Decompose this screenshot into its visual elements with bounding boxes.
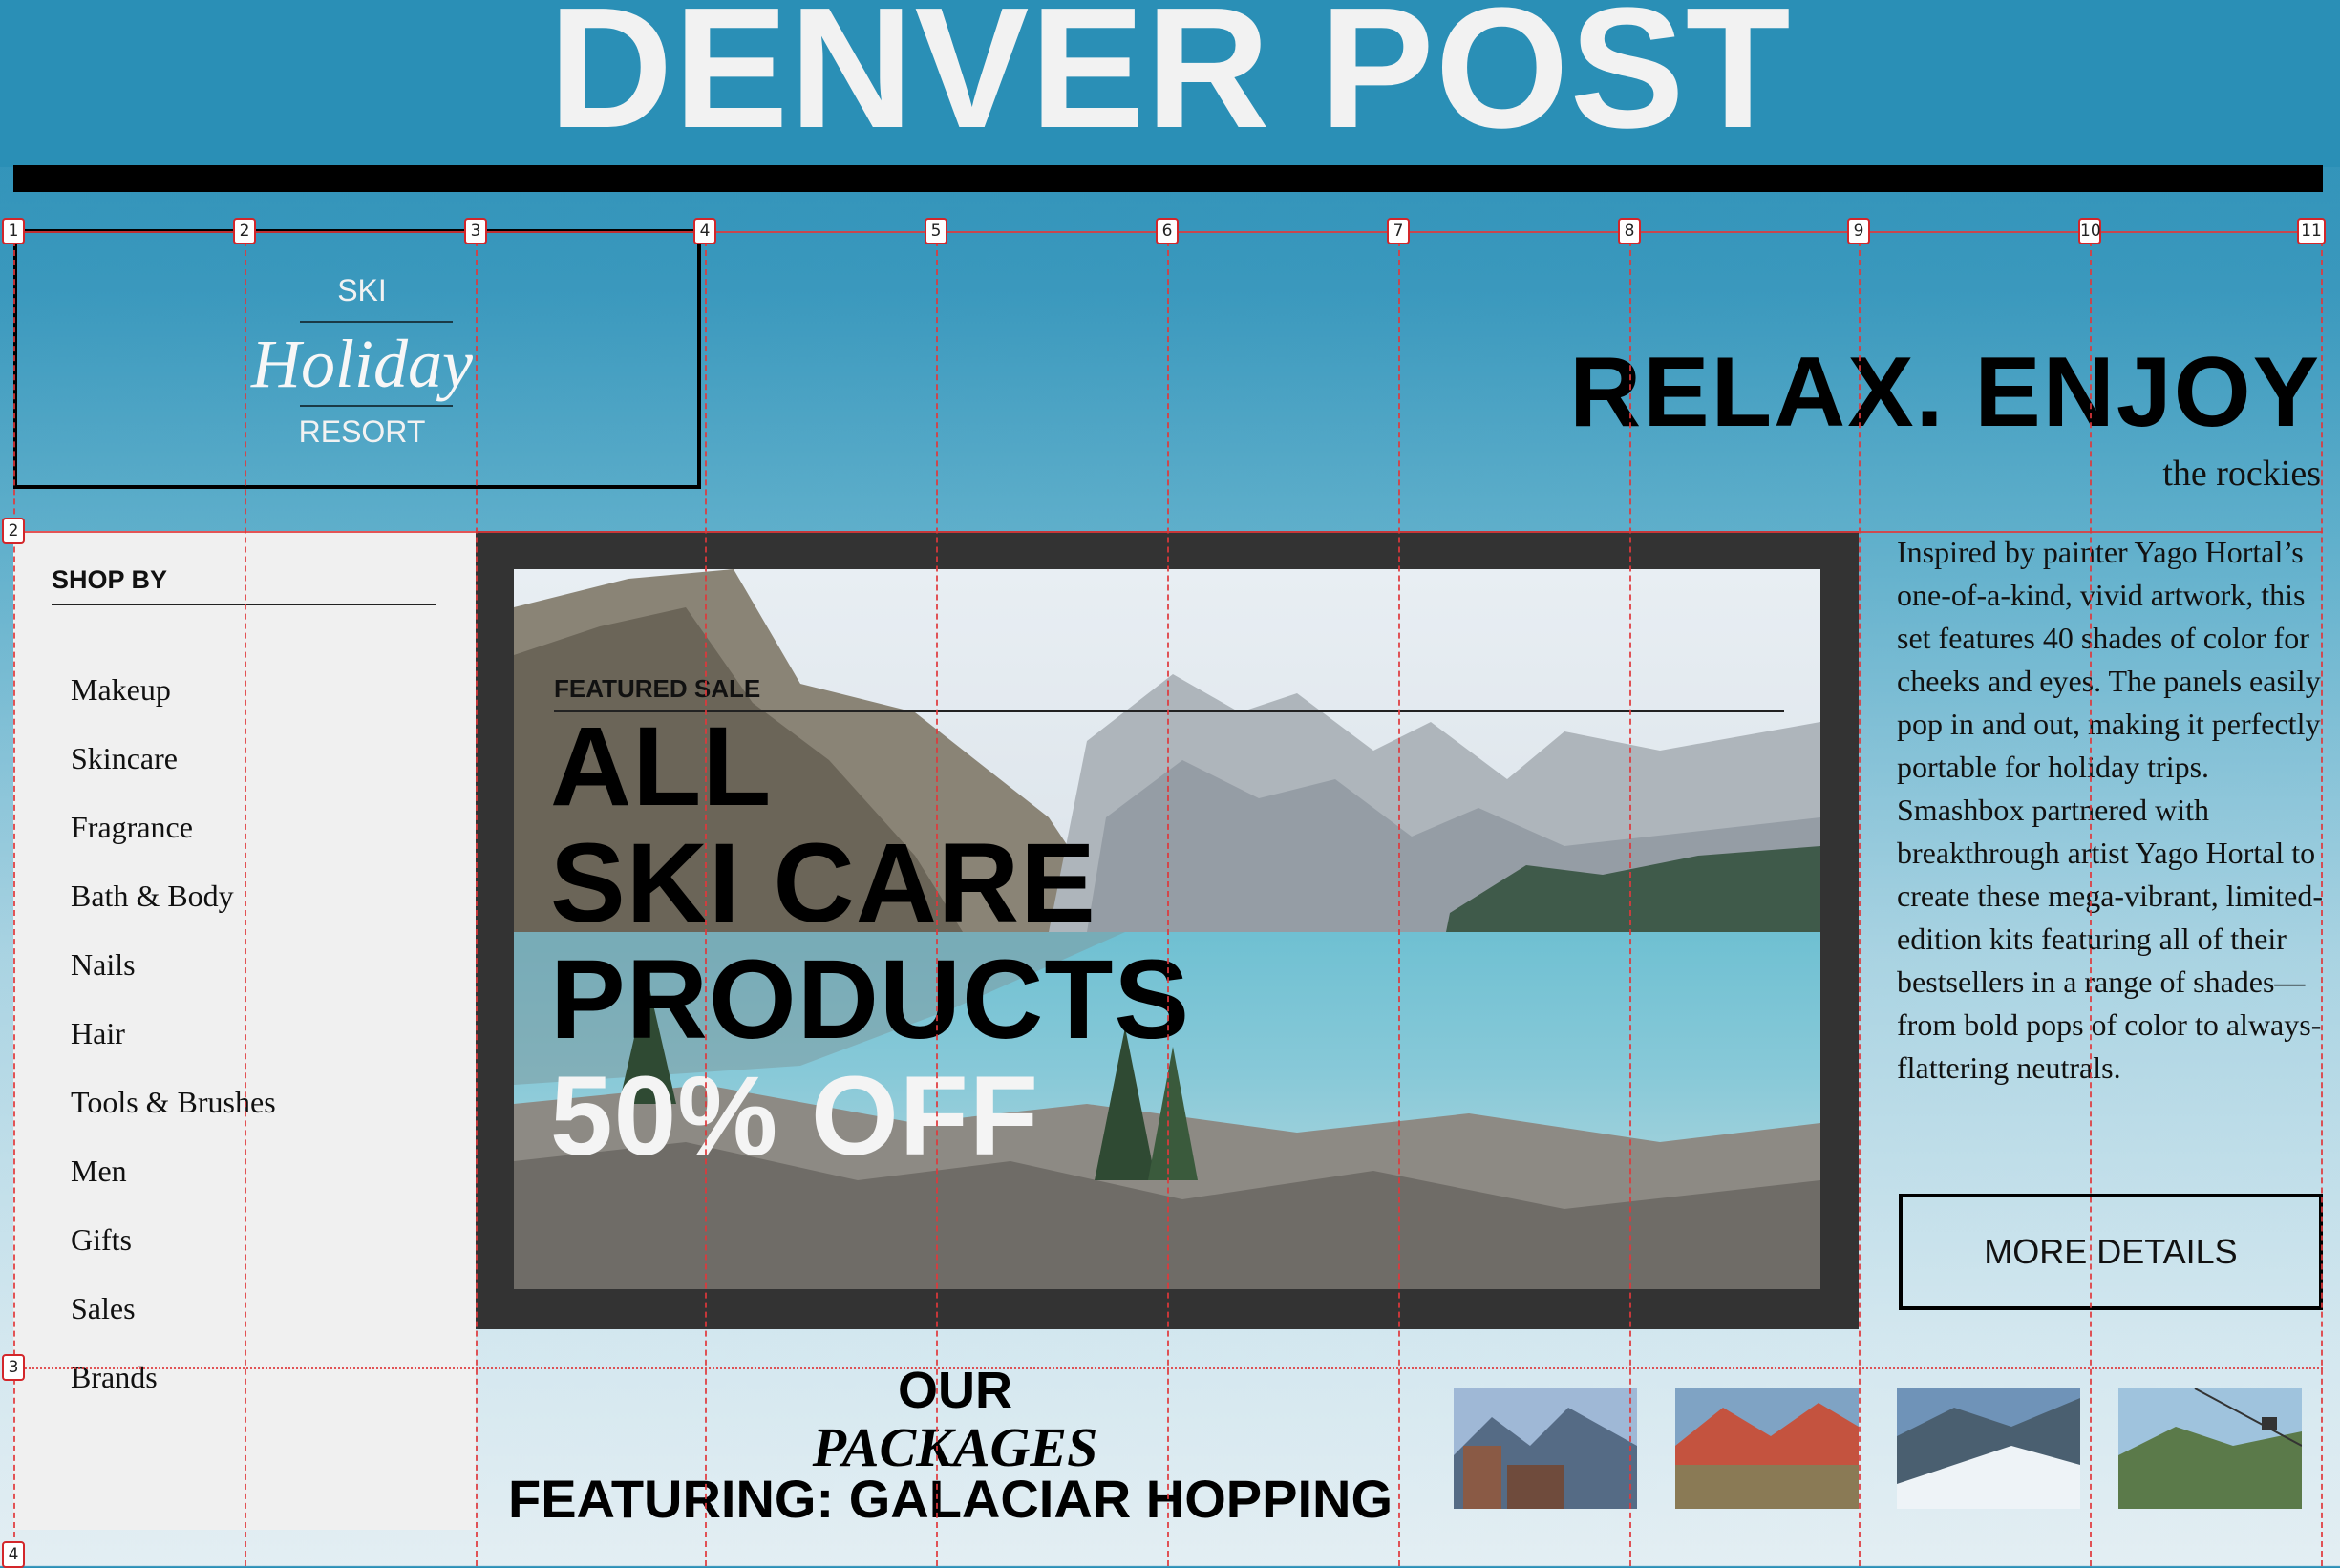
- featured-sale-label: FEATURED SALE: [554, 674, 761, 703]
- masthead: DENVER POST: [0, 0, 2340, 167]
- grid-row-marker: 2: [2, 518, 25, 544]
- grid-column-line: [705, 231, 707, 1566]
- product-description: Inspired by painter Yago Hortal’s one-of…: [1897, 535, 2324, 1085]
- featured-line-products: PRODUCTS: [550, 937, 1191, 1063]
- shop-by-divider: [52, 604, 436, 605]
- grid-column-line: [2090, 231, 2092, 1566]
- grid-column-line: [1629, 231, 1631, 1566]
- grid-column-line: [476, 231, 478, 1566]
- grid-column-marker: 2: [233, 218, 256, 244]
- grid-column-line: [1398, 231, 1400, 1566]
- grid-column-marker: 7: [1387, 218, 1410, 244]
- grid-column-marker: 4: [693, 218, 716, 244]
- grid-row-marker: 4: [2, 1541, 25, 1568]
- packages-featuring: FEATURING: GALACIAR HOPPING: [508, 1469, 1393, 1529]
- packages-heading-our: OUR: [898, 1362, 1012, 1419]
- logo-divider-bottom: [300, 405, 453, 407]
- grid-column-marker: 9: [1847, 218, 1870, 244]
- masthead-title: DENVER POST: [548, 0, 1792, 164]
- package-thumbnail-gondola[interactable]: [2118, 1388, 2302, 1509]
- logo-line-holiday: Holiday: [251, 326, 473, 402]
- resort-logo[interactable]: SKI Holiday RESORT: [13, 229, 701, 489]
- hero-headline: RELAX. ENJOY: [1569, 337, 2321, 448]
- featured-line-discount: 50% OFF: [550, 1053, 1039, 1179]
- shop-by-heading: SHOP BY: [52, 565, 168, 594]
- logo-line-resort: RESORT: [298, 414, 426, 449]
- masthead-rule: [13, 165, 2323, 192]
- more-details-button[interactable]: MORE DETAILS: [1899, 1194, 2323, 1310]
- package-thumbnail-ski-slope[interactable]: [1897, 1388, 2080, 1509]
- grid-column-line: [245, 231, 246, 1566]
- grid-column-marker: 3: [464, 218, 487, 244]
- grid-column-marker: 1: [2, 218, 25, 244]
- grid-column-marker: 5: [925, 218, 947, 244]
- grid-row-marker: 3: [2, 1354, 25, 1381]
- hero-subhead: the rockies: [2162, 454, 2321, 494]
- featured-line-ski-care: SKI CARE: [550, 820, 1096, 946]
- package-thumbnail-sunset[interactable]: [1675, 1388, 1859, 1509]
- grid-column-marker: 8: [1618, 218, 1641, 244]
- grid-column-line: [1859, 231, 1861, 1566]
- logo-line-ski: SKI: [337, 273, 387, 307]
- logo-divider-top: [300, 321, 453, 323]
- grid-column-line: [2321, 231, 2323, 1566]
- grid-column-line: [1167, 231, 1169, 1566]
- grid-column-marker: 10: [2078, 218, 2101, 244]
- grid-column-line: [936, 231, 938, 1566]
- package-thumbnail-town[interactable]: [1454, 1388, 1637, 1509]
- featured-line-all: ALL: [550, 704, 773, 830]
- grid-column-marker: 6: [1156, 218, 1179, 244]
- grid-column-marker: 11: [2297, 218, 2326, 244]
